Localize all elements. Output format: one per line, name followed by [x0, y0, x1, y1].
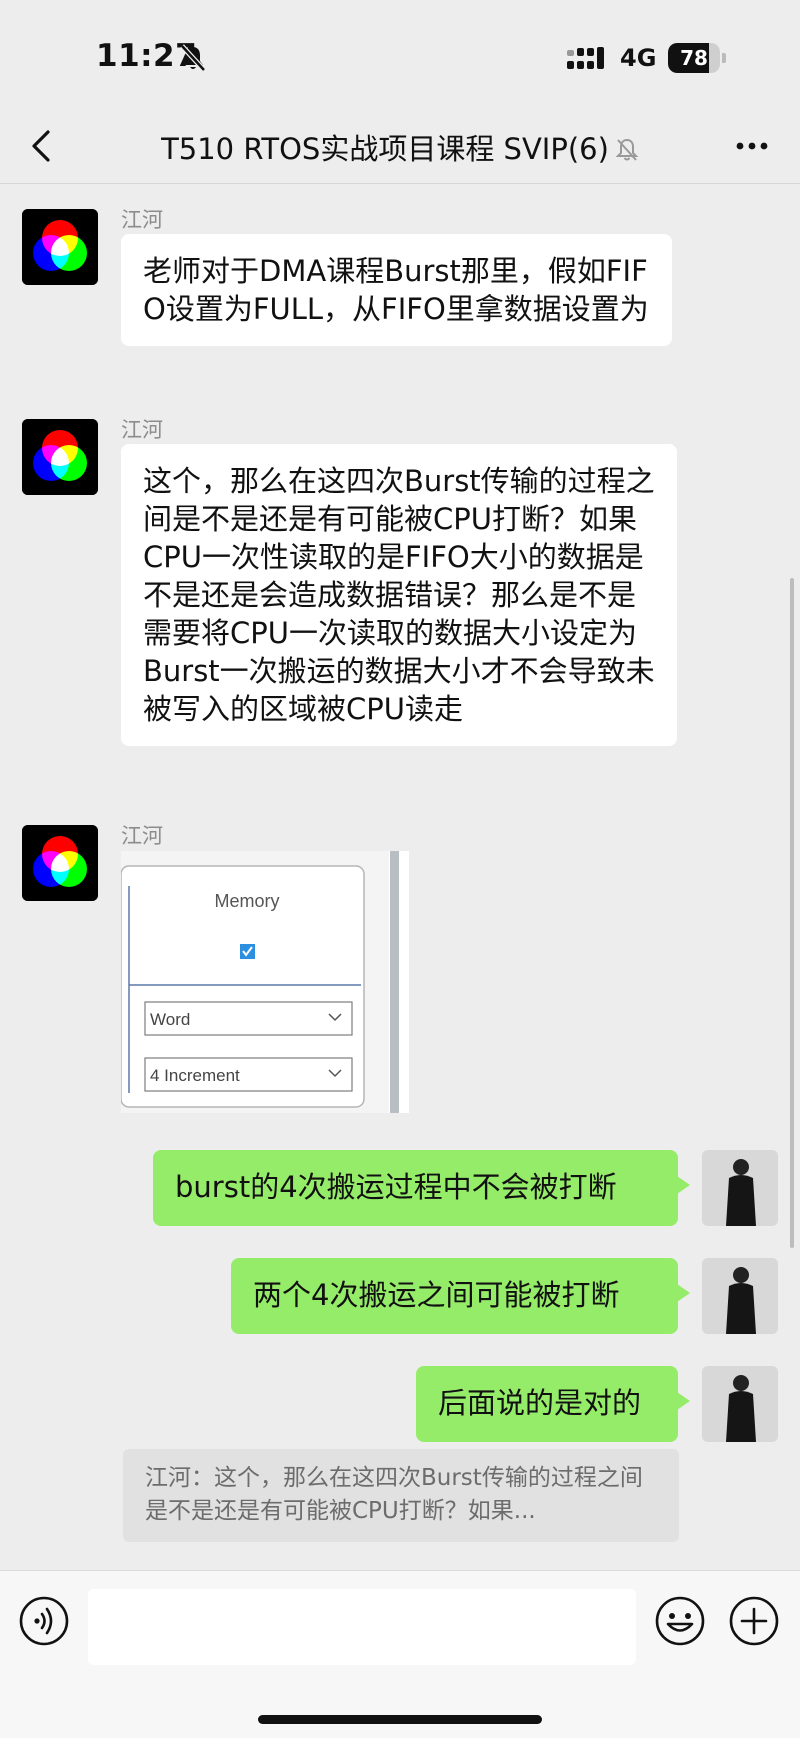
- message-bubble-self[interactable]: burst的4次搬运过程中不会被打断: [153, 1150, 690, 1226]
- sender-name: 江河: [121, 208, 163, 232]
- voice-icon: [19, 1596, 69, 1646]
- avatar[interactable]: [22, 209, 98, 285]
- voice-button[interactable]: [18, 1595, 70, 1647]
- chat-header: T510 RTOS实战项目课程 SVIP(6): [0, 110, 800, 184]
- image-select-width: Word: [150, 1010, 190, 1029]
- message-bubble-self[interactable]: 后面说的是对的: [416, 1366, 690, 1442]
- message-input[interactable]: [88, 1589, 636, 1665]
- network-type: 4G: [620, 44, 657, 72]
- avatar-self[interactable]: [702, 1258, 778, 1334]
- image-select-increment: 4 Increment: [150, 1066, 240, 1085]
- plus-icon: [729, 1596, 779, 1646]
- status-bar: 11:27 4G 78: [0, 0, 800, 110]
- person-avatar-icon: [702, 1150, 778, 1226]
- chat-title: T510 RTOS实战项目课程 SVIP(6): [100, 126, 700, 170]
- scrollbar[interactable]: [790, 578, 794, 1248]
- battery-icon: 78: [668, 43, 726, 73]
- more-button[interactable]: [730, 126, 774, 166]
- plus-button[interactable]: [728, 1595, 780, 1647]
- chevron-left-icon: [32, 130, 50, 162]
- sender-name: 江河: [121, 418, 163, 442]
- rgb-circles-avatar-icon: [22, 209, 98, 285]
- more-icon: [736, 142, 768, 150]
- avatar[interactable]: [22, 825, 98, 901]
- screenshot-image: Memory Word 4 Increment: [120, 851, 409, 1113]
- signal-icon: [567, 46, 607, 72]
- emoji-icon: [655, 1596, 705, 1646]
- back-button[interactable]: [22, 124, 66, 168]
- person-avatar-icon: [702, 1258, 778, 1334]
- battery-level: 78: [680, 46, 708, 70]
- input-bar: [0, 1570, 800, 1738]
- sender-name: 江河: [121, 824, 163, 848]
- rgb-circles-avatar-icon: [22, 825, 98, 901]
- emoji-button[interactable]: [654, 1595, 706, 1647]
- image-header-text: Memory: [214, 891, 279, 911]
- bell-off-icon: [615, 136, 639, 170]
- message-bubble-self[interactable]: 两个4次搬运之间可能被打断: [231, 1258, 690, 1334]
- bell-off-icon: [180, 44, 206, 76]
- rgb-circles-avatar-icon: [22, 419, 98, 495]
- avatar-self[interactable]: [702, 1366, 778, 1442]
- message-bubble[interactable]: 这个，那么在这四次Burst传输的过程之间是不是还是有可能被CPU打断？如果CP…: [121, 444, 677, 746]
- quoted-message[interactable]: 江河：这个，那么在这四次Burst传输的过程之间是不是还是有可能被CPU打断？如…: [123, 1449, 679, 1542]
- chat-title-text: T510 RTOS实战项目课程 SVIP(6): [161, 132, 609, 166]
- message-bubble[interactable]: 老师对于DMA课程Burst那里，假如FIFO设置为FULL，从FIFO里拿数据…: [121, 234, 672, 346]
- home-indicator: [258, 1715, 542, 1724]
- person-avatar-icon: [702, 1366, 778, 1442]
- image-message[interactable]: Memory Word 4 Increment: [120, 851, 409, 1113]
- avatar[interactable]: [22, 419, 98, 495]
- avatar-self[interactable]: [702, 1150, 778, 1226]
